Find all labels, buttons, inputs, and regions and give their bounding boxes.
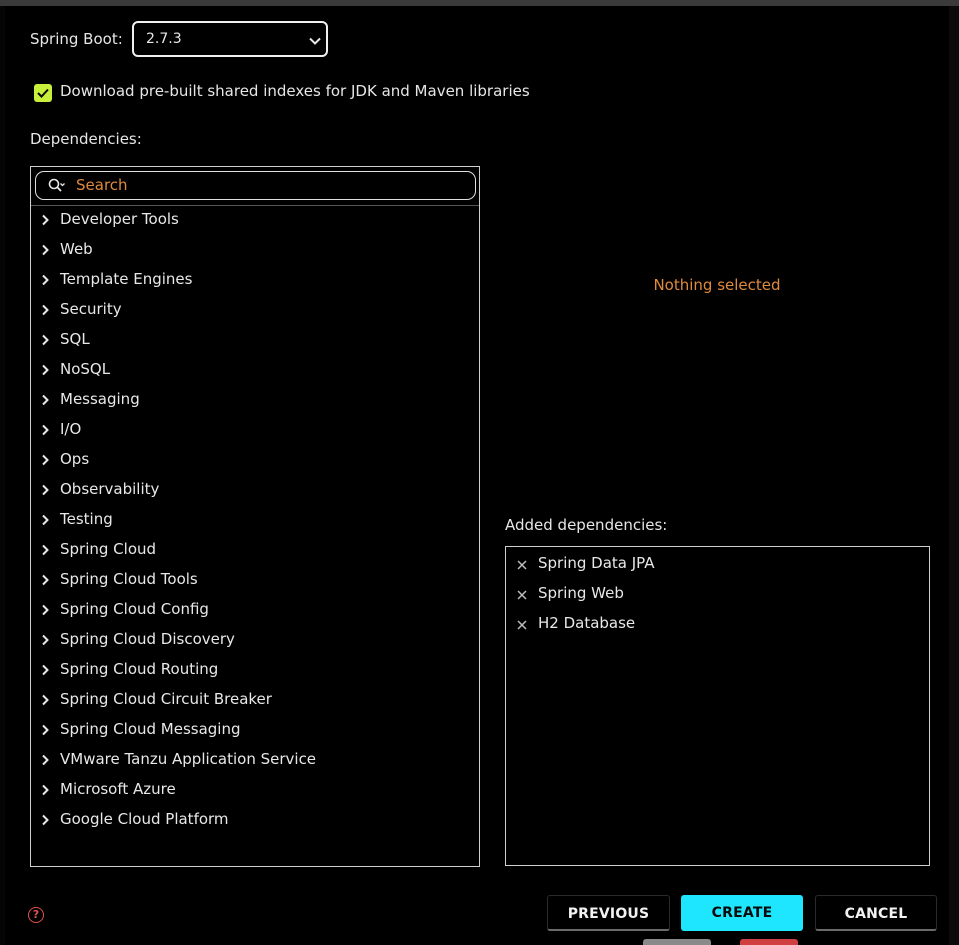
spring-boot-label: Spring Boot: [30,30,123,48]
category-item[interactable]: Spring Cloud Circuit Breaker [31,685,479,715]
chevron-right-icon [42,694,49,706]
category-label: Spring Cloud Tools [60,570,198,588]
added-dependency-label: Spring Data JPA [538,554,655,572]
category-label: Google Cloud Platform [60,810,229,828]
chevron-right-icon [42,634,49,646]
search-icon [48,178,65,192]
window-right-edge [949,6,959,945]
category-label: Spring Cloud Config [60,600,209,618]
chevron-right-icon [42,754,49,766]
category-label: Testing [60,510,113,528]
window-top-edge [0,0,959,6]
spring-boot-version-select[interactable]: 2.7.3 [132,21,328,57]
chevron-right-icon [42,394,49,406]
window-left-edge [0,6,5,945]
category-item[interactable]: Microsoft Azure [31,775,479,805]
category-label: I/O [60,420,82,438]
added-dependency-item: Spring Data JPA [506,549,929,579]
category-label: Spring Cloud Discovery [60,630,235,648]
added-dependencies-list: Spring Data JPA Spring Web H2 Database [505,546,930,866]
check-icon [37,88,49,98]
category-item[interactable]: I/O [31,415,479,445]
chevron-right-icon [42,604,49,616]
added-dependency-item: Spring Web [506,579,929,609]
chevron-right-icon [42,454,49,466]
chevron-right-icon [42,514,49,526]
background-tab-grey [643,939,711,945]
close-icon[interactable] [517,620,527,630]
category-item[interactable]: Spring Cloud Discovery [31,625,479,655]
chevron-right-icon [42,304,49,316]
category-label: Spring Cloud Circuit Breaker [60,690,272,708]
category-label: VMware Tanzu Application Service [60,750,317,768]
close-icon[interactable] [517,590,527,600]
dependencies-tree: Developer Tools Web Template Engines Securi… [30,166,480,867]
category-label: Spring Cloud Routing [60,660,219,678]
category-label: Observability [60,480,160,498]
shared-indexes-label: Download pre-built shared indexes for JD… [60,82,530,100]
category-item[interactable]: Spring Cloud Config [31,595,479,625]
category-label: Messaging [60,390,140,408]
chevron-right-icon [42,664,49,676]
category-item[interactable]: Spring Cloud Messaging [31,715,479,745]
chevron-right-icon [42,544,49,556]
spring-boot-version-value: 2.7.3 [146,31,182,47]
search-box[interactable] [35,171,476,200]
chevron-right-icon [42,574,49,586]
category-label: Ops [60,450,90,468]
category-item[interactable]: Google Cloud Platform [31,805,479,835]
added-dependency-item: H2 Database [506,609,929,639]
category-label: NoSQL [60,360,111,378]
category-item[interactable]: Security [31,295,479,325]
category-label: Spring Cloud Messaging [60,720,241,738]
added-dependency-label: Spring Web [538,584,624,602]
category-item[interactable]: Developer Tools [31,205,479,235]
chevron-down-icon [309,37,321,45]
chevron-right-icon [42,274,49,286]
chevron-right-icon [42,724,49,736]
added-dependencies-label: Added dependencies: [505,516,668,534]
chevron-right-icon [42,784,49,796]
category-label: Security [60,300,122,318]
search-row [31,167,479,206]
category-item[interactable]: Web [31,235,479,265]
close-icon[interactable] [517,560,527,570]
category-label: SQL [60,330,90,348]
category-item[interactable]: NoSQL [31,355,479,385]
category-item[interactable]: Spring Cloud [31,535,479,565]
category-item[interactable]: Testing [31,505,479,535]
create-button[interactable]: CREATE [681,895,803,931]
category-label: Web [60,240,93,258]
chevron-right-icon [42,364,49,376]
chevron-right-icon [42,214,49,226]
category-item[interactable]: Spring Cloud Tools [31,565,479,595]
help-icon[interactable]: ? [28,907,44,923]
category-item[interactable]: Template Engines [31,265,479,295]
category-label: Template Engines [60,270,193,288]
category-item[interactable]: Observability [31,475,479,505]
category-label: Spring Cloud [60,540,157,558]
cancel-button[interactable]: CANCEL [815,895,937,931]
shared-indexes-checkbox[interactable] [34,84,52,102]
category-item[interactable]: Ops [31,445,479,475]
dependencies-label: Dependencies: [30,130,142,148]
added-dependency-label: H2 Database [538,614,636,632]
category-item[interactable]: SQL [31,325,479,355]
chevron-right-icon [42,814,49,826]
category-item[interactable]: VMware Tanzu Application Service [31,745,479,775]
category-list: Developer Tools Web Template Engines Securi… [31,205,479,835]
previous-button[interactable]: PREVIOUS [547,895,670,931]
chevron-right-icon [42,484,49,496]
category-label: Developer Tools [60,210,179,228]
search-input[interactable] [76,175,456,195]
nothing-selected-text: Nothing selected [653,276,781,294]
category-label: Microsoft Azure [60,780,176,798]
chevron-right-icon [42,424,49,436]
background-tab-red [740,939,798,945]
chevron-right-icon [42,244,49,256]
category-item[interactable]: Messaging [31,385,479,415]
chevron-right-icon [42,334,49,346]
category-item[interactable]: Spring Cloud Routing [31,655,479,685]
